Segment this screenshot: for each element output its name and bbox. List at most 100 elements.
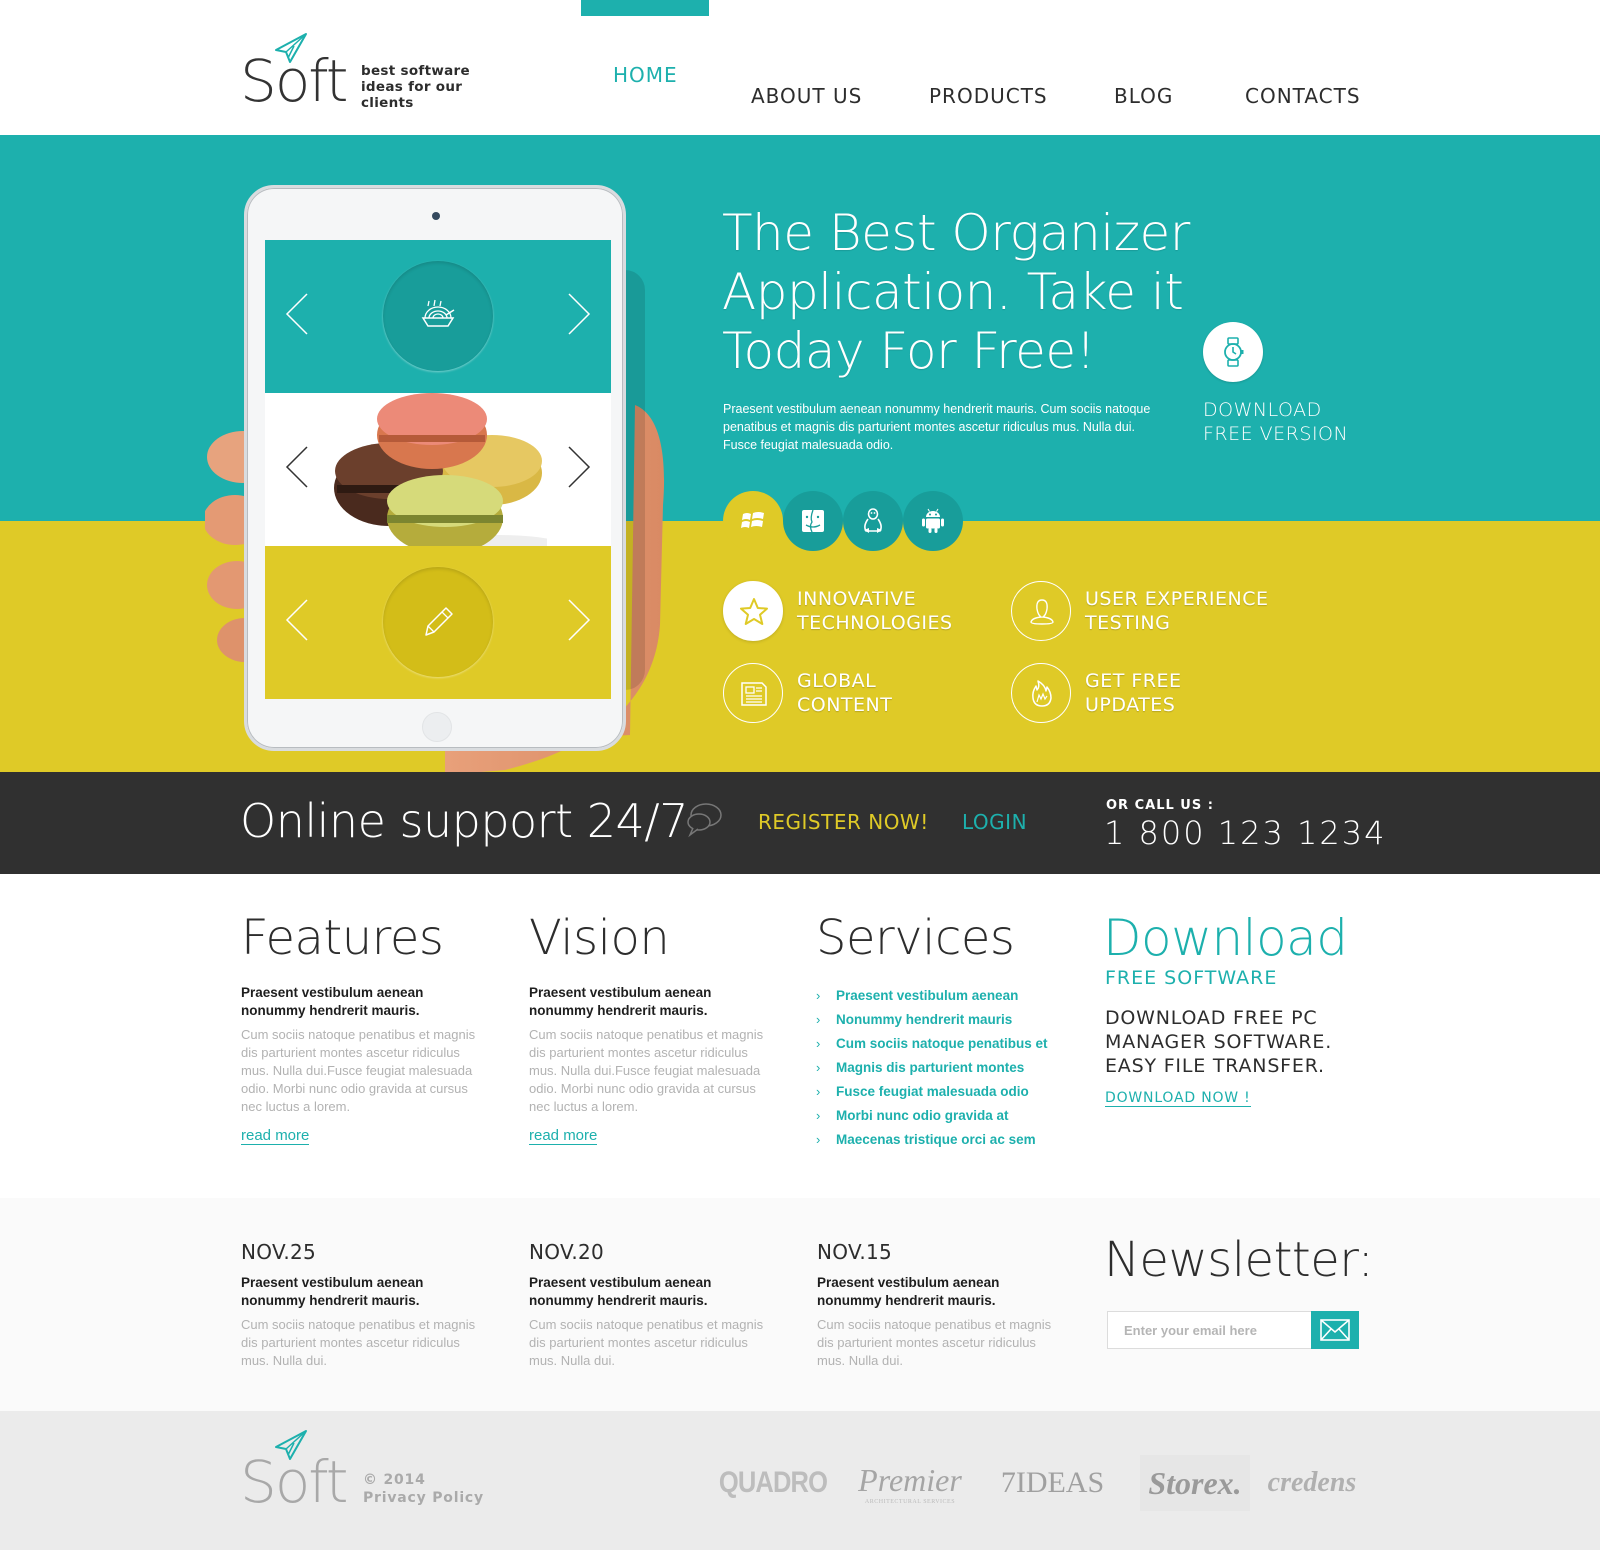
chevron-right-icon[interactable] xyxy=(567,598,591,642)
download-label-line2: FREE VERSION xyxy=(1203,423,1349,445)
vision-body: Cum sociis natoque penatibus et magnis d… xyxy=(529,1027,764,1114)
services-item-label: Nonummy hendrerit mauris xyxy=(836,1012,1013,1027)
logo-tagline: best software ideas for our clients xyxy=(361,63,470,111)
hero-title: The Best Organizer Application. Take it … xyxy=(722,204,1190,380)
news-headline-link[interactable]: Praesent vestibulum aenean nonummy hendr… xyxy=(817,1274,1067,1310)
food-bowl-icon xyxy=(421,299,455,327)
partner-logo-premier[interactable]: Premier ARCHITECTURAL SERVICES xyxy=(855,1455,965,1511)
features-read-more-link[interactable]: read more xyxy=(241,1128,310,1145)
partner-logo-quadro[interactable]: QUADRO xyxy=(719,1455,828,1511)
services-item-label: Praesent vestibulum aenean xyxy=(836,988,1019,1003)
feature-icon-circle xyxy=(723,581,783,641)
features-body: Cum sociis natoque penatibus et magnis d… xyxy=(241,1027,476,1114)
news-headline-link[interactable]: Praesent vestibulum aenean nonummy hendr… xyxy=(241,1274,491,1310)
services-list-item[interactable]: › Praesent vestibulum aenean xyxy=(816,984,1066,1008)
services-item-label: Fusce feugiat malesuada odio xyxy=(836,1084,1029,1099)
features-column: Features Praesent vestibulum aenean nonu… xyxy=(241,910,491,1145)
partner-premier-sub: ARCHITECTURAL SERVICES xyxy=(864,1498,956,1505)
feature-label-line1: GET FREE xyxy=(1085,670,1182,692)
chevron-right-icon: › xyxy=(816,1012,821,1027)
support-bar: Online support 24/7 REGISTER NOW! LOGIN … xyxy=(0,772,1600,874)
footer-logo[interactable]: Soft xyxy=(240,1429,360,1516)
newsletter-email-input[interactable] xyxy=(1107,1311,1312,1349)
logo[interactable]: Soft best software ideas for our clients xyxy=(240,32,480,112)
news-date: NOV.20 xyxy=(529,1240,605,1264)
platform-linux-button[interactable] xyxy=(843,491,903,551)
star-icon xyxy=(740,598,768,625)
features-lead: Praesent vestibulum aenean nonummy hendr… xyxy=(241,985,424,1018)
nav-products[interactable]: PRODUCTS xyxy=(929,84,1048,108)
feature-icon-circle xyxy=(1011,581,1071,641)
chevron-left-icon[interactable] xyxy=(285,598,309,642)
vision-read-more-link[interactable]: read more xyxy=(529,1128,598,1145)
feature-label-line1: USER EXPERIENCE xyxy=(1085,588,1269,610)
partner-logo-credens[interactable]: credens xyxy=(1262,1455,1362,1511)
call-us-label: OR CALL US : xyxy=(1106,798,1214,813)
chevron-left-icon[interactable] xyxy=(285,445,309,489)
chevron-right-icon: › xyxy=(816,1108,821,1123)
flame-icon xyxy=(1032,680,1052,707)
nav-about-us[interactable]: ABOUT US xyxy=(751,84,862,108)
download-description: DOWNLOAD FREE PC MANAGER SOFTWARE. EASY … xyxy=(1105,1007,1333,1077)
services-list-item[interactable]: › Maecenas tristique orci ac sem xyxy=(816,1128,1066,1152)
platform-windows-button[interactable] xyxy=(723,491,783,551)
newsletter-subscribe-button[interactable] xyxy=(1311,1311,1359,1349)
partner-premier-name: Premier xyxy=(858,1461,962,1498)
services-title: Services xyxy=(816,910,1015,966)
feature-icon-circle xyxy=(1011,663,1071,723)
nav-contacts[interactable]: CONTACTS xyxy=(1245,84,1361,108)
pencil-circle[interactable] xyxy=(383,567,493,677)
platform-android-button[interactable] xyxy=(903,491,963,551)
chevron-right-icon: › xyxy=(816,1084,821,1099)
services-list-item[interactable]: › Morbi nunc odio gravida at xyxy=(816,1104,1066,1128)
privacy-policy-link[interactable]: Privacy Policy xyxy=(363,1490,484,1506)
chevron-right-icon: › xyxy=(816,1132,821,1147)
news-item: NOV.25 Praesent vestibulum aenean nonumm… xyxy=(241,1240,491,1370)
windows-icon xyxy=(741,512,764,528)
register-now-link[interactable]: REGISTER NOW! xyxy=(758,810,929,834)
pencil-icon xyxy=(425,607,453,636)
nav-home[interactable]: HOME xyxy=(613,63,678,87)
features-title: Features xyxy=(241,910,444,966)
feature-label: USER EXPERIENCE TESTING xyxy=(1085,587,1345,635)
chat-bubbles-icon xyxy=(687,803,722,838)
news-headline-link[interactable]: Praesent vestibulum aenean nonummy hendr… xyxy=(529,1274,779,1310)
slider-panel-photo xyxy=(265,393,611,546)
feature-label-line2: CONTENT xyxy=(797,694,893,716)
services-item-label: Magnis dis parturient montes xyxy=(836,1060,1025,1075)
partner-logo-storex[interactable]: Storex. xyxy=(1140,1455,1250,1511)
feature-label-line2: TECHNOLOGIES xyxy=(797,612,953,634)
footer-logo-wordmark: Soft xyxy=(240,1448,348,1516)
platform-mac-button[interactable] xyxy=(783,491,843,551)
feature-label-line1: GLOBAL xyxy=(797,670,877,692)
services-list-item[interactable]: › Fusce feugiat malesuada odio xyxy=(816,1080,1066,1104)
login-link[interactable]: LOGIN xyxy=(962,810,1027,834)
hero-description: Praesent vestibulum aenean nonummy hendr… xyxy=(723,402,1151,452)
feature-label-line1: INNOVATIVE xyxy=(797,588,917,610)
services-item-label: Cum sociis natoque penatibus et xyxy=(836,1036,1048,1051)
download-now-link[interactable]: DOWNLOAD NOW ! xyxy=(1105,1090,1251,1107)
chevron-right-icon[interactable] xyxy=(567,292,591,336)
chevron-right-icon[interactable] xyxy=(567,445,591,489)
nav-blog[interactable]: BLOG xyxy=(1114,84,1173,108)
feature-label-line2: UPDATES xyxy=(1085,694,1176,716)
download-free-version-link[interactable]: DOWNLOAD FREE VERSION xyxy=(1203,398,1348,446)
watch-icon xyxy=(1224,337,1244,367)
food-circle[interactable] xyxy=(383,261,493,371)
vision-lead: Praesent vestibulum aenean nonummy hendr… xyxy=(529,985,712,1018)
partner-logo-7ideas[interactable]: 7IDEAS xyxy=(995,1455,1110,1511)
download-free-version-button[interactable] xyxy=(1203,322,1263,382)
services-item-label: Morbi nunc odio gravida at xyxy=(836,1108,1009,1123)
download-label-line1: DOWNLOAD xyxy=(1203,399,1322,421)
chevron-left-icon[interactable] xyxy=(285,292,309,336)
tablet-device xyxy=(244,185,626,751)
news-body: Cum sociis natoque penatibus et magnis d… xyxy=(529,1317,764,1368)
slider-panel-food xyxy=(265,240,611,393)
finder-icon xyxy=(802,509,824,533)
slider-panel-pencil xyxy=(265,546,611,699)
services-list-item[interactable]: › Cum sociis natoque penatibus et xyxy=(816,1032,1066,1056)
services-list-item[interactable]: › Nonummy hendrerit mauris xyxy=(816,1008,1066,1032)
news-item: NOV.15 Praesent vestibulum aenean nonumm… xyxy=(817,1240,1067,1370)
services-list-item[interactable]: › Magnis dis parturient montes xyxy=(816,1056,1066,1080)
services-item-label: Maecenas tristique orci ac sem xyxy=(836,1132,1036,1147)
